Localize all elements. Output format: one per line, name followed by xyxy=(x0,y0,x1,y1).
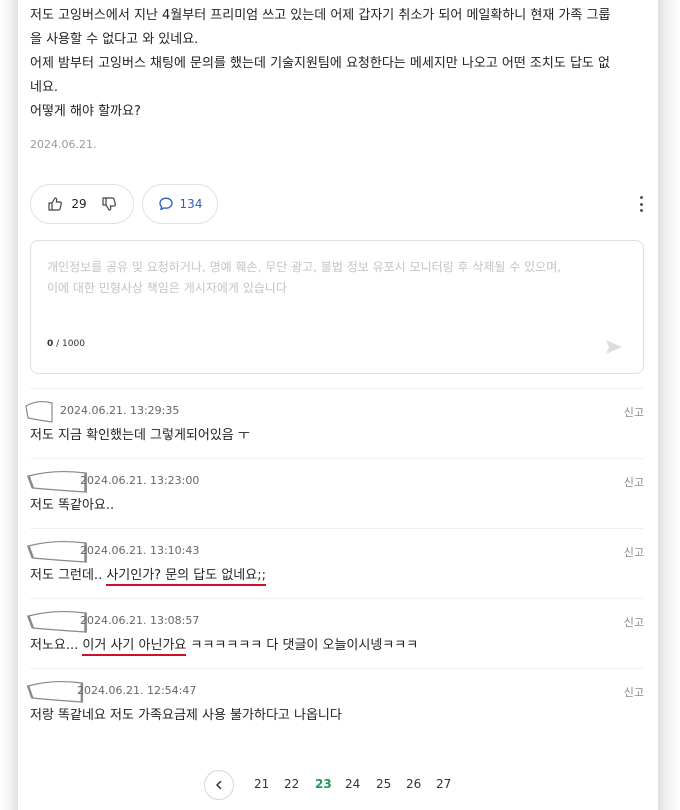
report-button[interactable]: 신고 xyxy=(624,614,644,630)
comment-date: 2024.06.21. 13:08:57 xyxy=(80,614,200,627)
placeholder-line: 개인정보를 공유 및 요청하거나, 명예 훼손, 무단 광고, 불법 정보 유포… xyxy=(47,260,562,274)
right-page-shadow xyxy=(658,0,680,810)
placeholder-line: 이에 대한 민형사상 책임은 게시자에게 있습니다 xyxy=(47,281,287,295)
page-link-24[interactable]: 24 xyxy=(345,777,360,791)
comment-text-part: ㅋㅋㅋㅋㅋㅋ 다 댓글이 오늘이시넹ㅋㅋㅋ xyxy=(186,638,419,653)
comment-item: 2024.06.21. 12:54:47 신고 저랑 똑같네요 저도 가족요금제… xyxy=(26,680,644,744)
speech-bubble-icon xyxy=(158,196,174,212)
comment-date: 2024.06.21. 13:10:43 xyxy=(80,544,200,557)
report-button[interactable]: 신고 xyxy=(624,474,644,490)
divider xyxy=(30,528,644,529)
page-link-22[interactable]: 22 xyxy=(284,777,299,791)
comment-count: 134 xyxy=(179,197,203,211)
send-icon[interactable] xyxy=(605,339,623,355)
comment-text-part: 저노요... xyxy=(30,638,83,653)
report-button[interactable]: 신고 xyxy=(624,684,644,700)
more-vertical-icon[interactable] xyxy=(636,196,646,212)
post-date: 2024.06.21. xyxy=(30,138,97,151)
underlined-text: 사기인가? 문의 답도 없네요;; xyxy=(106,568,266,586)
char-count-max: / 1000 xyxy=(53,339,85,349)
comment-text: 저도 그런데.. 사기인가? 문의 답도 없네요;; xyxy=(30,564,266,586)
comment-item: 2024.06.21. 13:29:35 신고 저도 지금 확인했는데 그렇게되… xyxy=(25,400,644,464)
post-body: 저도 고잉버스에서 지난 4월부터 프리미엄 쓰고 있는데 어제 갑자기 취소가… xyxy=(30,4,650,124)
page-link-25[interactable]: 25 xyxy=(376,777,391,791)
thumbs-down-icon[interactable] xyxy=(101,196,117,212)
page-link-21[interactable]: 21 xyxy=(254,777,269,791)
comment-text-part: 저도 그런데.. xyxy=(30,568,107,583)
comment-placeholder: 개인정보를 공유 및 요청하거나, 명예 훼손, 무단 광고, 불법 정보 유포… xyxy=(47,257,622,299)
comment-item: 2024.06.21. 13:23:00 신고 저도 똑같아요.. xyxy=(26,470,644,534)
comment-date: 2024.06.21. 12:54:47 xyxy=(77,684,197,697)
comment-item: 2024.06.21. 13:10:43 신고 저도 그런데.. 사기인가? 문… xyxy=(26,540,644,604)
like-count: 29 xyxy=(71,197,87,211)
chevron-left-icon xyxy=(214,780,224,790)
comment-date: 2024.06.21. 13:29:35 xyxy=(60,404,180,417)
post-card: 저도 고잉버스에서 지난 4월부터 프리미엄 쓰고 있는데 어제 갑자기 취소가… xyxy=(18,0,658,810)
post-line: 을 사용할 수 없다고 와 있네요. xyxy=(30,32,199,47)
post-line: 네요. xyxy=(30,80,59,95)
page-link-23-current[interactable]: 23 xyxy=(315,777,332,791)
prev-page-button[interactable] xyxy=(204,770,234,800)
report-button[interactable]: 신고 xyxy=(624,404,644,420)
post-line: 저도 고잉버스에서 지난 4월부터 프리미엄 쓰고 있는데 어제 갑자기 취소가… xyxy=(30,8,611,23)
comment-text: 저도 지금 확인했는데 그렇게되어있음 ㅜ xyxy=(30,428,250,443)
page-link-26[interactable]: 26 xyxy=(406,777,421,791)
underlined-text: 이거 사기 아닌가요 xyxy=(82,638,187,656)
divider xyxy=(30,668,644,669)
post-line: 어제 밤부터 고잉버스 채팅에 문의를 했는데 기술지원팀에 요청한다는 메세지… xyxy=(30,56,610,71)
divider xyxy=(30,458,644,459)
like-button[interactable]: 29 xyxy=(30,184,134,224)
pagination: 21 22 23 24 25 26 27 xyxy=(18,768,658,802)
divider xyxy=(30,598,644,599)
report-button[interactable]: 신고 xyxy=(624,544,644,560)
left-page-shadow xyxy=(0,0,18,810)
author-avatar[interactable] xyxy=(24,400,54,424)
comment-text: 저노요... 이거 사기 아닌가요 ㅋㅋㅋㅋㅋㅋ 다 댓글이 오늘이시넹ㅋㅋㅋ xyxy=(30,634,419,656)
comment-date: 2024.06.21. 13:23:00 xyxy=(80,474,200,487)
comment-input[interactable]: 개인정보를 공유 및 요청하거나, 명예 훼손, 무단 광고, 불법 정보 유포… xyxy=(30,240,644,374)
page-link-27[interactable]: 27 xyxy=(436,777,451,791)
comments-button[interactable]: 134 xyxy=(142,184,218,224)
post-line: 어떻게 해야 할까요? xyxy=(30,104,141,119)
comment-item: 2024.06.21. 13:08:57 신고 저노요... 이거 사기 아닌가… xyxy=(26,610,644,674)
divider xyxy=(30,388,644,389)
comment-text: 저도 똑같아요.. xyxy=(30,498,115,513)
thumbs-up-icon[interactable] xyxy=(47,196,63,212)
character-counter: 0 / 1000 xyxy=(47,339,85,349)
comment-text: 저랑 똑같네요 저도 가족요금제 사용 불가하다고 나옵니다 xyxy=(30,708,342,723)
